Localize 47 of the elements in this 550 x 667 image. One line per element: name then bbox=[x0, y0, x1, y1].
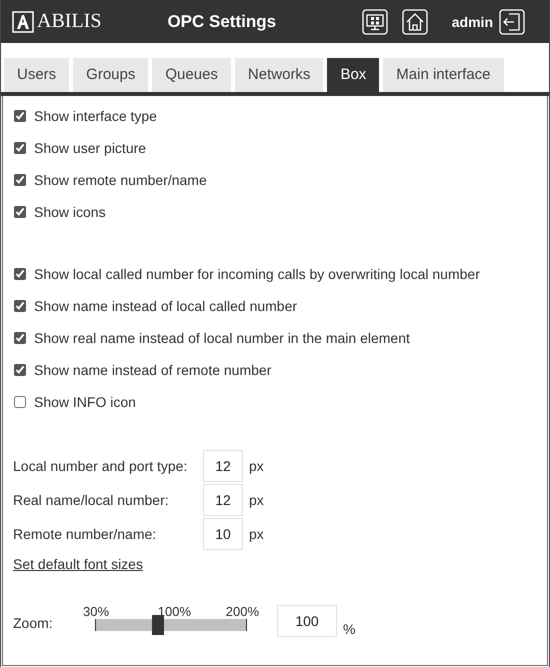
slider-thumb[interactable] bbox=[152, 615, 164, 635]
field-label: Real name/local number: bbox=[13, 492, 170, 508]
unit-label: px bbox=[249, 492, 264, 508]
unit-label: px bbox=[249, 458, 264, 474]
tick-label: 30% bbox=[83, 604, 110, 619]
tab[interactable]: Users bbox=[4, 58, 70, 92]
tick-label: 200% bbox=[226, 604, 259, 619]
checkbox-label: Show interface type bbox=[34, 108, 157, 124]
tab[interactable]: Main interface bbox=[383, 58, 504, 92]
logo-icon bbox=[12, 10, 34, 32]
checkbox[interactable] bbox=[14, 396, 26, 408]
input-field[interactable]: 10 bbox=[203, 518, 243, 550]
logout-icon[interactable] bbox=[499, 8, 525, 34]
checkbox[interactable] bbox=[14, 268, 26, 280]
input-field[interactable]: 100 bbox=[277, 605, 337, 637]
unit-label: px bbox=[249, 526, 264, 542]
checkbox[interactable] bbox=[14, 174, 26, 186]
checkbox[interactable] bbox=[14, 300, 26, 312]
checkbox-label: Show name instead of local called number bbox=[34, 298, 298, 314]
checkbox-label: Show real name instead of local number in the main element bbox=[34, 330, 410, 346]
tab[interactable]: Box bbox=[327, 58, 380, 92]
tab[interactable]: Groups bbox=[73, 58, 148, 92]
tab[interactable]: Queues bbox=[152, 58, 231, 92]
input-field[interactable]: 12 bbox=[203, 450, 243, 482]
checkbox-label: Show user picture bbox=[34, 140, 146, 156]
checkbox[interactable] bbox=[14, 206, 26, 218]
unit-label: % bbox=[343, 621, 356, 637]
user-name: admin bbox=[452, 14, 493, 30]
field-label: Local number and port type: bbox=[13, 458, 188, 474]
checkbox[interactable] bbox=[14, 110, 26, 122]
checkbox-label: Show local called number for incoming calls by overwriting local number bbox=[34, 266, 480, 282]
checkbox-label: Show remote number/name bbox=[34, 172, 207, 188]
checkbox-label: Show INFO icon bbox=[34, 394, 136, 410]
monitor-icon[interactable] bbox=[362, 8, 388, 34]
checkbox-label: Show name instead of remote number bbox=[34, 362, 272, 378]
checkbox[interactable] bbox=[14, 364, 26, 376]
logo-text: ABILIS bbox=[37, 10, 102, 33]
window-title: OPC Settings bbox=[167, 12, 278, 32]
reset-link[interactable]: Set default font sizes bbox=[13, 556, 143, 572]
tab[interactable]: Networks bbox=[234, 58, 324, 92]
field-label: Remote number/name: bbox=[13, 526, 158, 542]
home-icon[interactable] bbox=[402, 8, 428, 34]
checkbox-label: Show icons bbox=[34, 204, 106, 220]
zoom-label: Zoom: bbox=[13, 615, 54, 633]
checkbox[interactable] bbox=[14, 332, 26, 344]
input-field[interactable]: 12 bbox=[203, 484, 243, 516]
checkbox[interactable] bbox=[14, 142, 26, 154]
